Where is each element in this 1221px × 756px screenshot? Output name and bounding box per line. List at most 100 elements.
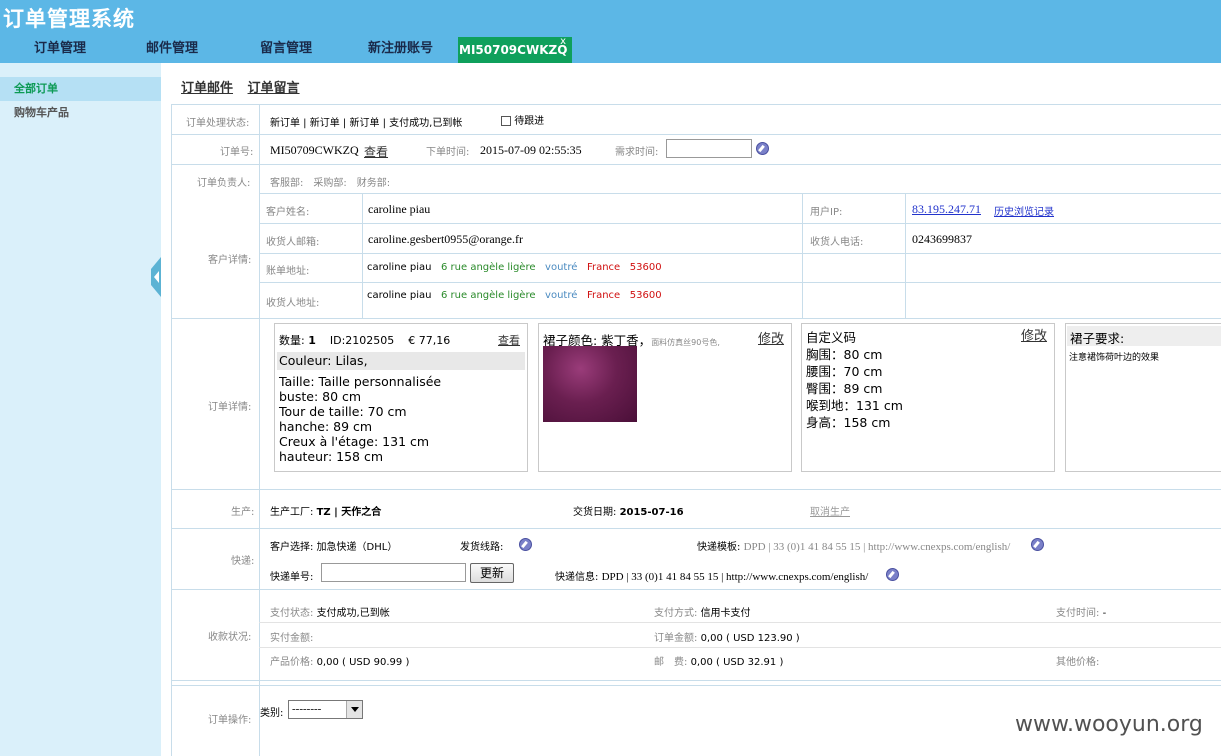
user-ip-label: 用户IP: xyxy=(810,207,843,218)
follow-up-checkbox-group[interactable]: 待跟进 xyxy=(501,112,544,127)
order-status-value: 新订单 | 新订单 | 新订单 | 支付成功,已到帐 xyxy=(270,118,463,129)
delivery-date-value: 2015-07-16 xyxy=(619,507,684,518)
addr-name: caroline piau xyxy=(367,262,432,273)
color-edit-link[interactable]: 修改 xyxy=(758,328,784,347)
qty-value: 1 xyxy=(308,334,316,347)
order-time-value: 2015-07-09 02:55:35 xyxy=(480,143,582,157)
phone-value: 0243699837 xyxy=(912,232,972,246)
requirements-text: 注意裙饰荷叶边的效果 xyxy=(1069,353,1160,363)
factory-value: TZ | 天作之合 xyxy=(316,507,382,518)
factory-label: 生产工厂: xyxy=(270,507,314,518)
addr-city: voutré xyxy=(545,290,578,301)
courier-info-edit-icon[interactable] xyxy=(886,568,899,581)
product-price: € 77,16 xyxy=(408,334,451,347)
nav-tab-new-accounts[interactable]: 新注册账号 xyxy=(368,38,433,62)
phone-label: 收货人电话: xyxy=(810,237,864,248)
customer-email-value: caroline.gesbert0955@orange.fr xyxy=(368,232,523,246)
requirements-title: 裙子要求: xyxy=(1067,326,1221,346)
nav-tab-active-order[interactable]: MI50709CWKZQ x xyxy=(458,36,572,63)
custom-bust: 胸围：80 cm xyxy=(806,347,883,362)
order-owner-label: 订单负责人: xyxy=(197,178,251,189)
edit-icon[interactable] xyxy=(756,142,769,155)
custom-hollow: 喉到地：131 cm xyxy=(806,398,903,413)
product-hip-line: hanche: 89 cm xyxy=(279,419,373,434)
addr-zip: 53600 xyxy=(629,290,662,301)
paid-amount: 实付金额: xyxy=(270,633,314,644)
delivery-date: 交货日期: 2015-07-16 xyxy=(573,503,684,518)
user-ip-link[interactable]: 83.195.247.71 xyxy=(912,202,981,217)
color-card: 裙子颜色: 紫丁香，面料仿真丝90号色, 修改 xyxy=(538,323,792,472)
need-time-label: 需求时间: xyxy=(615,147,659,158)
custom-height: 身高：158 cm xyxy=(806,415,891,430)
dress-color-note: 面料仿真丝90号色, xyxy=(651,338,720,347)
custom-size-title: 自定义码 xyxy=(806,330,857,345)
billing-address-value: caroline piau 6 rue angèle ligère voutré… xyxy=(367,262,662,273)
nav-tab-messages[interactable]: 留言管理 xyxy=(260,38,312,62)
header: 订单管理系统 订单管理 邮件管理 留言管理 新注册账号 MI50709CWKZQ… xyxy=(0,0,1221,63)
template-value: DPD | 33 (0)1 41 84 55 15 | http://www.c… xyxy=(743,541,1011,553)
courier-info-label: 快递信息: xyxy=(555,572,599,583)
type-select[interactable]: -------- xyxy=(288,700,363,719)
factory-info: 生产工厂: TZ | 天作之合 xyxy=(270,503,381,518)
subtab-order-messages[interactable]: 订单留言 xyxy=(248,81,300,96)
active-tab-label: MI50709CWKZQ xyxy=(459,43,568,57)
product-height-line: hauteur: 158 cm xyxy=(279,449,384,464)
type-select-value: -------- xyxy=(292,703,322,715)
postage: 邮 费: 0,00 ( USD 32.91 ) xyxy=(654,657,784,668)
order-owner-departments: 客服部: 采购部: 财务部: xyxy=(270,178,391,189)
type-label: 类别: xyxy=(260,708,284,719)
chevron-down-icon[interactable] xyxy=(346,701,362,718)
follow-up-checkbox[interactable] xyxy=(501,116,511,126)
nav-tab-mail[interactable]: 邮件管理 xyxy=(146,38,198,62)
tracking-input[interactable] xyxy=(321,563,466,582)
order-number-label: 订单号: xyxy=(220,147,254,158)
other-price: 其他价格: xyxy=(1056,657,1100,668)
details-section-label: 订单详情: xyxy=(208,402,252,413)
need-time-input[interactable] xyxy=(666,139,752,158)
order-view-link[interactable]: 查看 xyxy=(364,143,388,160)
template-edit-icon[interactable] xyxy=(1031,538,1044,551)
addr-country: France xyxy=(586,262,621,273)
product-view-link[interactable]: 查看 xyxy=(498,333,520,348)
route-edit-icon[interactable] xyxy=(519,538,532,551)
app-title: 订单管理系统 xyxy=(3,7,135,31)
nav-tab-orders[interactable]: 订单管理 xyxy=(34,38,86,62)
payment-method: 支付方式: 信用卡支付 xyxy=(654,608,751,619)
product-size-line: Taille: Taille personnalisée xyxy=(279,374,442,389)
courier-template: 快递模板: DPD | 33 (0)1 41 84 55 15 | http:/… xyxy=(697,538,1010,553)
addr-name: caroline piau xyxy=(367,290,432,301)
addr-city: voutré xyxy=(545,262,578,273)
follow-up-label: 待跟进 xyxy=(514,116,545,127)
shipping-label: 快递: xyxy=(231,556,255,567)
subtab-order-mail[interactable]: 订单邮件 xyxy=(181,81,233,96)
addr-street: 6 rue angèle ligère xyxy=(441,262,536,273)
history-link[interactable]: 历史浏览记录 xyxy=(994,203,1054,218)
product-card: 数量: 1 ID:2102505 € 77,16 查看 Couleur: Lil… xyxy=(274,323,528,472)
cancel-production-link[interactable]: 取消生产 xyxy=(810,503,850,518)
close-tab-icon[interactable]: x xyxy=(560,36,566,47)
payment-time: 支付时间: - xyxy=(1056,608,1107,619)
product-color-line: Couleur: Lilas, xyxy=(277,352,525,370)
payment-section-label: 收款状况: xyxy=(208,632,252,643)
custom-size-edit-link[interactable]: 修改 xyxy=(1021,328,1047,345)
delivery-date-label: 交货日期: xyxy=(573,507,617,518)
watermark: www.wooyun.org xyxy=(1015,712,1203,737)
custom-waist: 腰围：70 cm xyxy=(806,364,883,379)
product-id: ID:2102505 xyxy=(329,334,395,347)
product-waist-line: Tour de taille: 70 cm xyxy=(279,404,407,419)
shipping-address-label: 收货人地址: xyxy=(266,298,320,309)
sidebar-item-cart-products[interactable]: 购物车产品 xyxy=(0,101,161,125)
qty-label: 数量: xyxy=(279,334,305,347)
order-time-label: 下单时间: xyxy=(426,147,470,158)
customer-shipping-choice: 客户选择: 加急快递（DHL） xyxy=(270,542,398,553)
update-button[interactable]: 更新 xyxy=(470,563,514,583)
product-hollow-line: Creux à l'étage: 131 cm xyxy=(279,434,430,449)
customer-name-value: caroline piau xyxy=(368,202,431,216)
subtabs: 订单邮件 订单留言 xyxy=(181,77,310,96)
product-price-total: 产品价格: 0,00 ( USD 90.99 ) xyxy=(270,657,410,668)
product-bust-line: buste: 80 cm xyxy=(279,389,362,404)
courier-info: 快递信息: DPD | 33 (0)1 41 84 55 15 | http:/… xyxy=(555,568,868,583)
addr-zip: 53600 xyxy=(629,262,662,273)
requirements-card: 裙子要求: 注意裙饰荷叶边的效果 xyxy=(1065,323,1221,472)
sidebar-item-all-orders[interactable]: 全部订单 xyxy=(0,77,161,101)
